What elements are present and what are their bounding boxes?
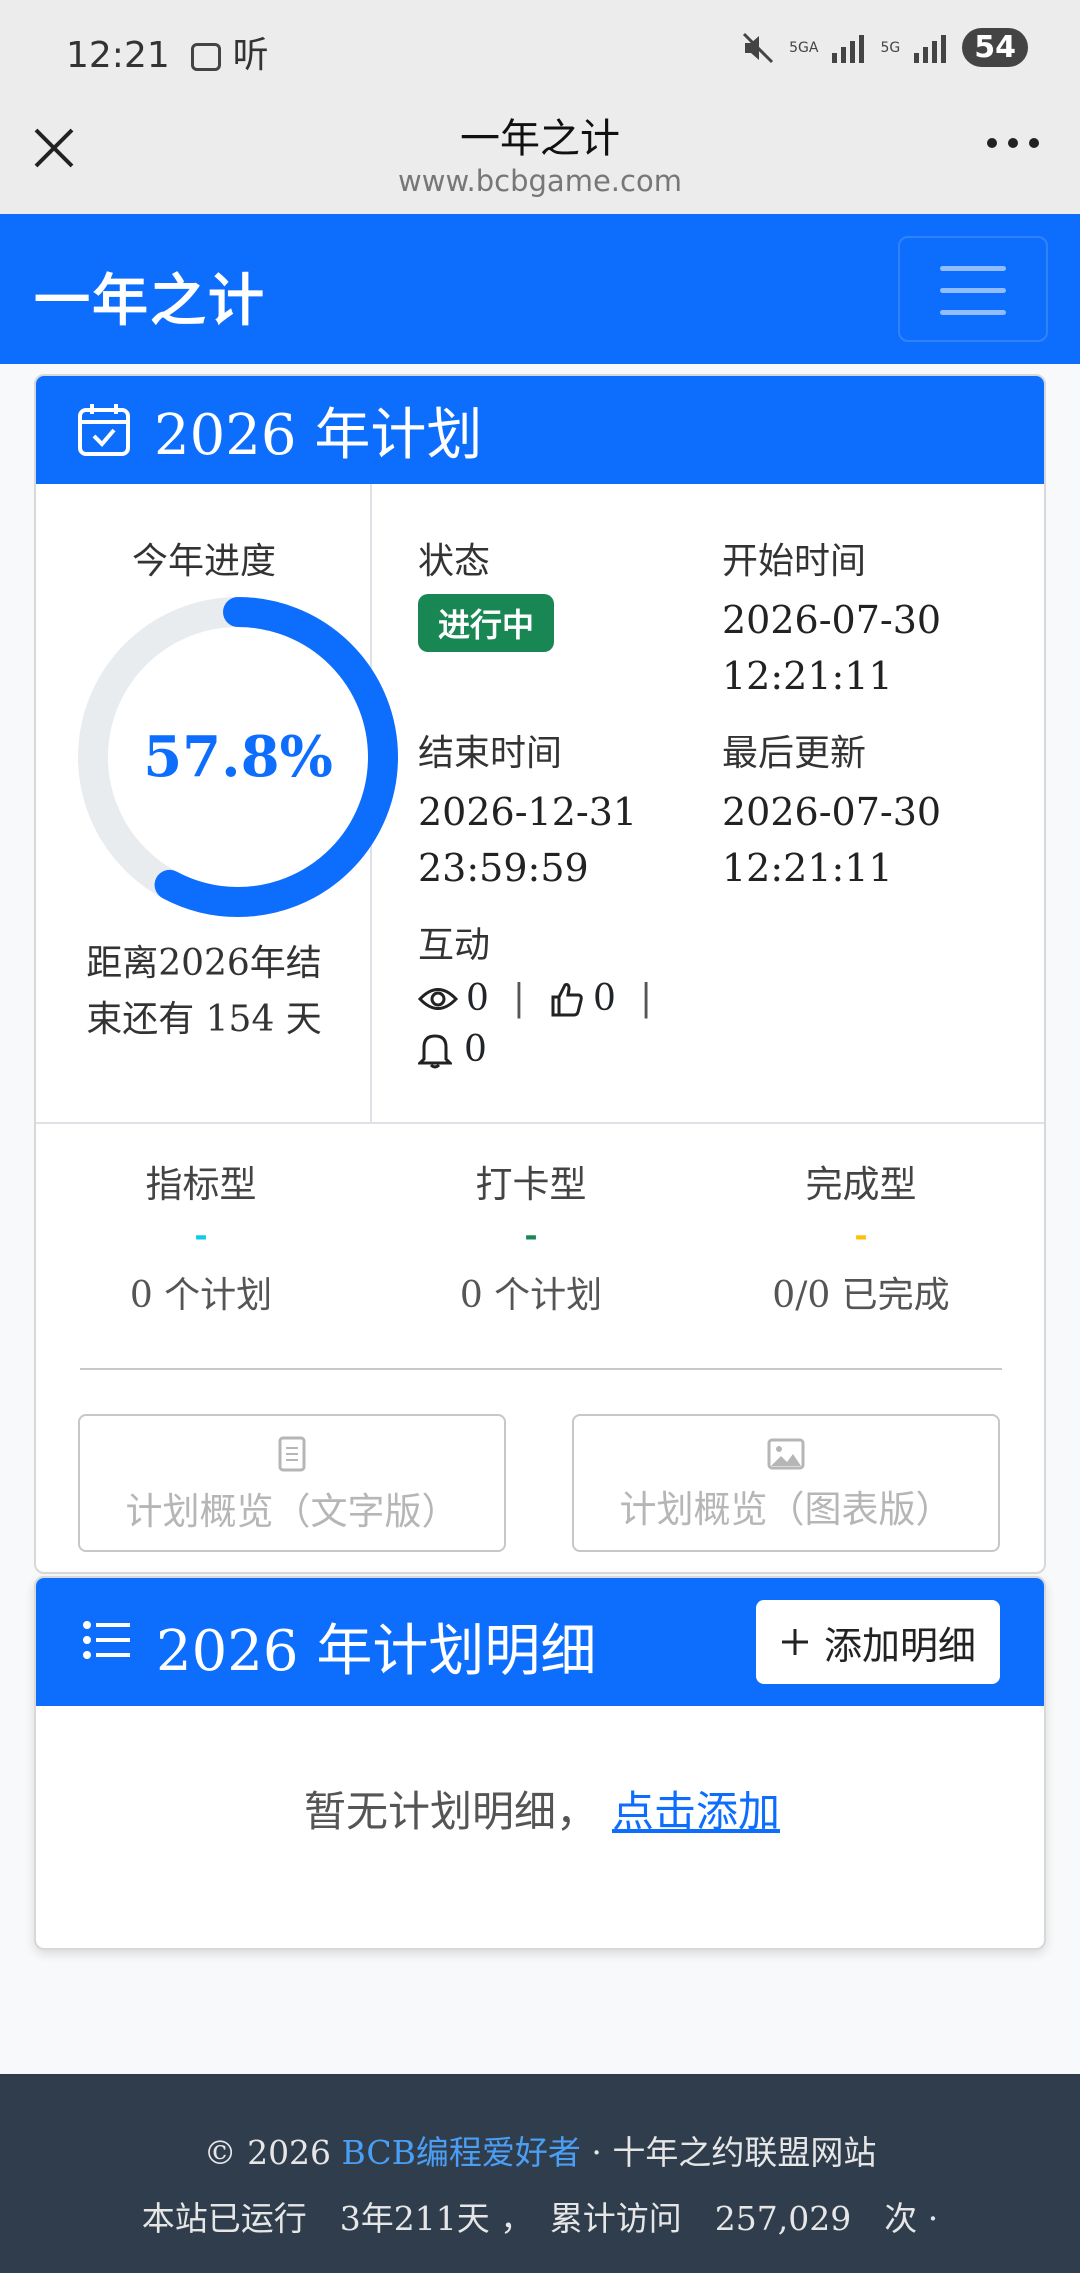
countdown-line-1: 距离2026年结 [86,943,322,984]
footer-stats: 本站已运行 3年211天 ， 累计访问 257,029 次 · [141,2199,939,2238]
more-options-icon[interactable] [986,136,1040,150]
end-date: 2026-12-31 [418,790,638,834]
divider [80,1368,1002,1370]
site-navbar: 一年之计 [0,214,1080,364]
document-icon [278,1436,306,1472]
progress-label: 今年进度 [131,541,276,582]
calendar-check-icon [78,404,130,456]
plus-icon [782,1629,808,1655]
interaction-row: 0 | 0 | [418,978,652,1019]
status-block: 状态 进行中 [418,532,555,652]
end-time-label: 结束时间 [418,733,563,774]
interaction-block: 互动 0 | 0 | 0 [418,916,652,1070]
start-time: 12:21:11 [722,654,893,698]
type-count: 0 个计划 [459,1275,603,1316]
status-label: 状态 [418,541,491,582]
overview-text-label: 计划概览（文字版） [125,1490,459,1533]
plan-info-row: 今年进度 57.8% 距离2026年结 束还有 154 天 状态 进行中 开始时… [36,484,1044,1124]
status-bar: 12:21 听 5GA 5G 54 [0,0,1080,100]
likes-count: 0 [593,978,616,1019]
end-time-block: 结束时间 2026-12-31 23:59:59 [418,724,637,896]
screen-record-icon [191,43,222,71]
menu-toggle-button[interactable] [898,236,1048,342]
type-count: 0 个计划 [129,1275,273,1316]
views-count: 0 [466,978,489,1019]
subscriptions-count: 0 [464,1029,487,1070]
thumbs-up-icon[interactable] [549,981,583,1017]
empty-text: 暂无计划明细， [303,1787,598,1836]
footer-copyright: © 2026 BCB编程爱好者 · 十年之约联盟网站 [0,2126,1080,2174]
separator-2: | [639,978,653,1019]
network-5g-label: 5G [880,39,901,56]
progress-value: 57.8% [143,724,333,790]
detail-card: 2026 年计划明细 添加明细 暂无计划明细， 点击添加 [34,1576,1046,1950]
progress-column: 今年进度 57.8% 距离2026年结 束还有 154 天 [36,484,398,1124]
time-text: 12:21 [66,35,170,76]
network-5ga-label: 5GA [789,39,819,56]
list-icon [83,1621,130,1659]
type-name: 打卡型 [475,1163,587,1206]
mute-icon [743,32,774,63]
type-checkin: 打卡型 - 0 个计划 [366,1154,696,1318]
footer-suffix: · 十年之约联盟网站 [580,2133,877,2172]
detail-card-header: 2026 年计划明细 添加明细 [36,1578,1044,1706]
browser-title: 一年之计 [460,116,620,162]
updated-date: 2026-07-30 [722,790,942,834]
subscription-row: 0 [418,1029,652,1070]
plan-types-row: 指标型 - 0 个计划 打卡型 - 0 个计划 完成型 - 0/0 已完成 [36,1124,1044,1366]
updated-block: 最后更新 2026-07-30 12:21:11 [722,724,941,896]
start-time-block: 开始时间 2026-07-30 12:21:11 [722,532,941,704]
signal-icon [832,34,865,63]
type-dash: - [194,1216,208,1254]
plan-card: 2026 年计划 今年进度 57.8% 距离2026年结 束还有 154 天 状… [34,374,1046,1574]
site-brand[interactable]: 一年之计 [34,256,266,337]
image-icon [767,1438,805,1470]
type-count: 0/0 已完成 [772,1275,950,1316]
type-dash: - [854,1216,868,1254]
add-detail-button[interactable]: 添加明细 [756,1600,1001,1684]
detail-card-title: 2026 年计划明细 [156,1619,597,1684]
type-completion: 完成型 - 0/0 已完成 [696,1154,1026,1318]
battery-indicator: 54 [962,28,1028,67]
start-time-label: 开始时间 [722,541,867,582]
type-dash: - [524,1216,538,1254]
browser-url: www.bcbgame.com [398,164,682,198]
hamburger-icon [940,266,1006,271]
eye-icon [418,987,458,1010]
end-time: 23:59:59 [418,846,589,890]
countdown-text: 距离2026年结 束还有 154 天 [36,936,372,1048]
overview-text-button[interactable]: 计划概览（文字版） [78,1414,506,1552]
overview-chart-button[interactable]: 计划概览（图表版） [572,1414,1000,1552]
empty-state: 暂无计划明细， 点击添加 [36,1778,1044,1839]
signal-icon-2 [914,34,947,63]
plan-card-title: 2026 年计划 [154,402,483,468]
overview-chart-label: 计划概览（图表版） [619,1488,953,1531]
plan-card-header: 2026 年计划 [36,376,1044,484]
site-name-link[interactable]: BCB编程爱好者 [342,2133,581,2172]
progress-ring: 57.8% [78,592,408,922]
updated-label: 最后更新 [722,733,867,774]
updated-time: 12:21:11 [722,846,893,890]
bell-icon[interactable] [418,1031,452,1069]
site-footer: © 2026 BCB编程爱好者 · 十年之约联盟网站 本站已运行 3年211天 … [0,2074,1080,2273]
status-badge: 进行中 [418,594,555,652]
start-date: 2026-07-30 [722,598,942,642]
type-name: 完成型 [805,1163,917,1206]
add-detail-link[interactable]: 点击添加 [612,1787,780,1836]
countdown-line-2: 束还有 154 天 [86,999,322,1040]
type-indicator: 指标型 - 0 个计划 [36,1154,366,1318]
add-detail-label: 添加明细 [824,1623,977,1668]
type-name: 指标型 [145,1163,257,1206]
browser-header: 一年之计 www.bcbgame.com [0,100,1080,214]
separator: | [512,978,526,1019]
copyright-text: © 2026 [203,2133,342,2172]
clock: 12:21 听 [66,26,269,78]
listen-indicator: 听 [232,35,269,76]
interaction-label: 互动 [418,925,491,966]
